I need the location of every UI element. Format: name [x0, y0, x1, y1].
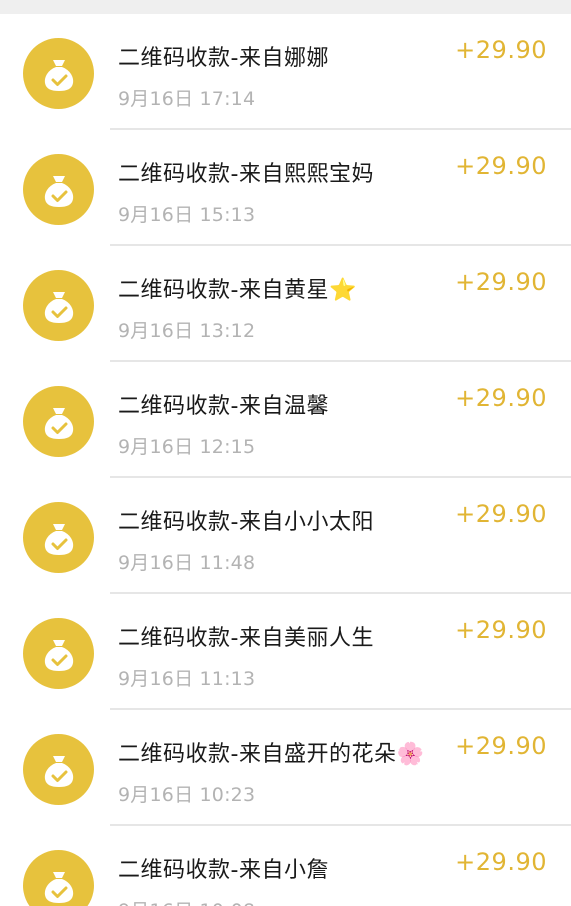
transaction-amount: +29.90: [455, 384, 547, 412]
transaction-amount: +29.90: [455, 152, 547, 180]
transaction-time: 9月16日 12:15: [118, 436, 256, 458]
money-bag-check-icon: [23, 154, 94, 225]
top-status-strip: [0, 0, 571, 14]
transaction-time: 9月16日 13:12: [118, 320, 256, 342]
transaction-row[interactable]: 二维码收款-来自温馨 9月16日 12:15 +29.90: [0, 362, 571, 478]
transaction-amount: +29.90: [455, 36, 547, 64]
money-bag-check-icon: [23, 618, 94, 689]
transaction-time: 9月16日 10:08: [118, 896, 255, 906]
transaction-list: 二维码收款-来自娜娜 9月16日 17:14 +29.90 二维码收款-来自熙熙…: [0, 14, 571, 906]
money-bag-check-icon: [23, 386, 94, 457]
transaction-row[interactable]: 二维码收款-来自黄星⭐ 9月16日 13:12 +29.90: [0, 246, 571, 362]
transaction-time: 9月16日 11:13: [118, 668, 256, 690]
transaction-title: 二维码收款-来自盛开的花朵🌸: [118, 742, 425, 767]
transaction-time: 9月16日 17:14: [118, 88, 256, 110]
money-bag-check-icon: [23, 502, 94, 573]
transaction-title: 二维码收款-来自小詹: [118, 858, 329, 883]
transaction-title: 二维码收款-来自温馨: [118, 394, 329, 419]
transaction-title: 二维码收款-来自娜娜: [118, 46, 329, 71]
transaction-row[interactable]: 二维码收款-来自小小太阳 9月16日 11:48 +29.90: [0, 478, 571, 594]
transaction-row[interactable]: 二维码收款-来自美丽人生 9月16日 11:13 +29.90: [0, 594, 571, 710]
transaction-row[interactable]: 二维码收款-来自熙熙宝妈 9月16日 15:13 +29.90: [0, 130, 571, 246]
transaction-amount: +29.90: [455, 500, 547, 528]
money-bag-check-icon: [23, 850, 94, 906]
transaction-row[interactable]: 二维码收款-来自盛开的花朵🌸 9月16日 10:23 +29.90: [0, 710, 571, 826]
transaction-row[interactable]: 二维码收款-来自小詹 9月16日 10:08 +29.90: [0, 826, 571, 906]
transaction-amount: +29.90: [455, 616, 547, 644]
money-bag-check-icon: [23, 734, 94, 805]
money-bag-check-icon: [23, 38, 94, 109]
transaction-time: 9月16日 15:13: [118, 204, 256, 226]
transaction-row[interactable]: 二维码收款-来自娜娜 9月16日 17:14 +29.90: [0, 14, 571, 130]
transaction-title: 二维码收款-来自熙熙宝妈: [118, 162, 374, 187]
transaction-title: 二维码收款-来自黄星⭐: [118, 278, 357, 303]
transaction-amount: +29.90: [455, 268, 547, 296]
transaction-amount: +29.90: [455, 848, 547, 876]
money-bag-check-icon: [23, 270, 94, 341]
transaction-time: 9月16日 11:48: [118, 552, 256, 574]
transaction-amount: +29.90: [455, 732, 547, 760]
transaction-title: 二维码收款-来自小小太阳: [118, 510, 374, 535]
transaction-title: 二维码收款-来自美丽人生: [118, 626, 374, 651]
transaction-time: 9月16日 10:23: [118, 784, 256, 806]
